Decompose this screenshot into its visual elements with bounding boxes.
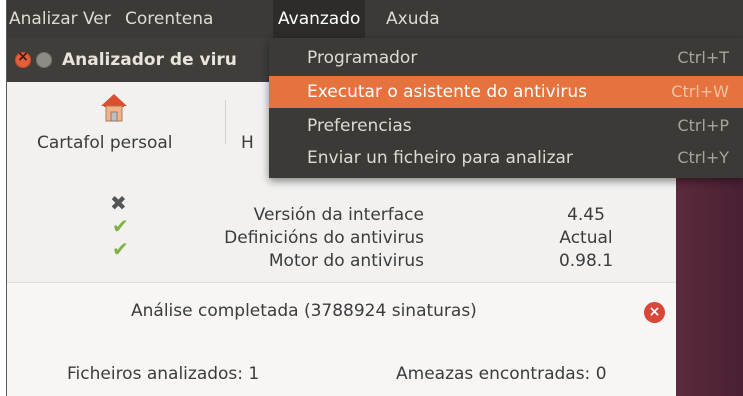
home-folder-label[interactable]: Cartafol persoal <box>37 133 173 153</box>
menu-item-shortcut: Ctrl+Y <box>677 148 729 167</box>
menu-item-shortcut: Ctrl+P <box>677 116 729 135</box>
status-value-definitions: Actual <box>559 228 613 248</box>
status-label-engine: Motor do antivirus <box>268 251 424 271</box>
menu-item-shortcut: Ctrl+T <box>677 48 729 67</box>
menu-item-preferencias[interactable]: Preferencias Ctrl+P <box>269 110 743 142</box>
checkmark-icon: ✔ <box>112 214 129 238</box>
menu-corentena[interactable]: Corentena <box>120 0 218 38</box>
home-folder-icon[interactable] <box>100 92 128 124</box>
menu-item-antivirus-wizard[interactable]: Executar o asistente do antivirus Ctrl+W <box>269 76 743 108</box>
menu-ver[interactable]: Ver <box>78 0 116 38</box>
screenshot: Analizar Ver Corentena Avanzado Axuda An… <box>0 0 743 396</box>
menu-item-label: Preferencias <box>307 116 412 136</box>
menu-axuda[interactable]: Axuda <box>381 0 445 38</box>
menu-item-programador[interactable]: Programador Ctrl+T <box>269 42 743 74</box>
scan-status-text: Análise completada (3788924 sinaturas) <box>131 301 477 321</box>
window-minimize-button[interactable] <box>36 52 52 68</box>
checkmark-icon: ✔ <box>112 237 129 261</box>
files-scanned-count: Ficheiros analizados: 1 <box>67 364 260 384</box>
close-scan-panel-button[interactable]: × <box>644 302 665 323</box>
scan-results-panel: Análise completada (3788924 sinaturas) ×… <box>7 282 676 396</box>
toolbar-separator <box>225 100 226 144</box>
status-label-interface-version: Versión da interface <box>253 205 424 225</box>
menu-item-label: Programador <box>307 48 418 68</box>
threats-found-count: Ameazas encontradas: 0 <box>396 364 607 384</box>
x-mark-icon: ✖ <box>110 191 127 215</box>
window-close-button[interactable] <box>15 49 31 68</box>
toolbar-item-partial[interactable]: H <box>241 133 254 153</box>
status-value-interface-version: 4.45 <box>567 205 605 225</box>
window-title: Analizador de viru <box>62 50 237 70</box>
avanzado-dropdown-menu: Programador Ctrl+T Executar o asistente … <box>269 38 743 178</box>
menu-item-label: Enviar un ficheiro para analizar <box>307 148 573 168</box>
status-value-engine: 0.98.1 <box>558 251 614 271</box>
status-label-definitions: Definicións do antivirus <box>224 228 424 248</box>
menu-avanzado[interactable]: Avanzado <box>273 0 366 38</box>
menu-item-label: Executar o asistente do antivirus <box>307 82 588 102</box>
menu-analizar[interactable]: Analizar <box>4 0 83 38</box>
menu-bar: Analizar Ver Corentena Avanzado Axuda <box>7 0 743 38</box>
menu-item-shortcut: Ctrl+W <box>671 82 729 101</box>
menu-item-submit-file[interactable]: Enviar un ficheiro para analizar Ctrl+Y <box>269 142 743 174</box>
